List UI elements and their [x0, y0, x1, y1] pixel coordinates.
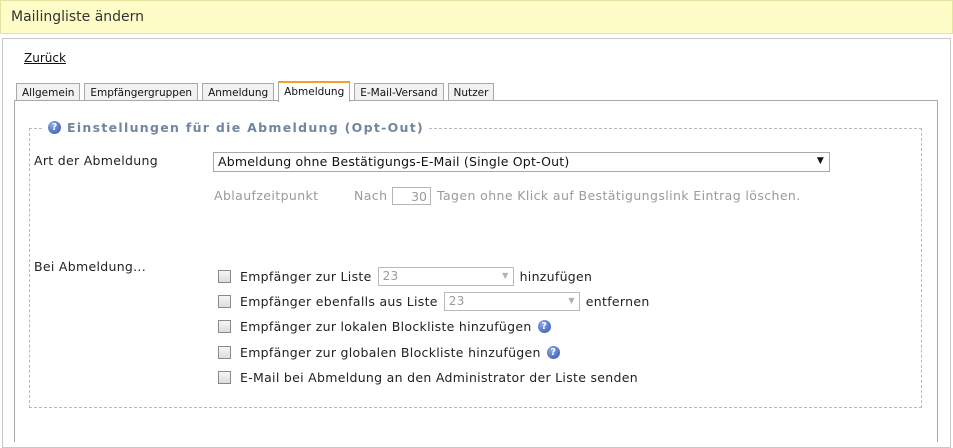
expiry-days-input[interactable]: 30 — [392, 187, 431, 205]
option-local-blocklist: Empfänger zur lokalen Blockliste hinzufü… — [218, 319, 551, 334]
remove-from-list-text: Empfänger ebenfalls aus Liste — [240, 294, 438, 309]
unsubscribe-type-value: Abmeldung ohne Bestätigungs-E-Mail (Sing… — [218, 154, 570, 169]
remove-from-list-checkbox[interactable] — [218, 295, 231, 308]
add-to-list-checkbox[interactable] — [218, 270, 231, 283]
tab-bar: Allgemein Empfängergruppen Anmeldung Abm… — [16, 81, 498, 102]
back-link[interactable]: Zurück — [24, 51, 66, 65]
global-blocklist-checkbox[interactable] — [218, 346, 231, 359]
remove-from-list-after: entfernen — [585, 294, 650, 309]
fieldset-legend: ? Einstellungen für die Abmeldung (Opt-O… — [44, 120, 428, 135]
local-blocklist-text: Empfänger zur lokalen Blockliste hinzufü… — [240, 319, 532, 334]
add-to-list-select[interactable]: 23 ▼ — [377, 267, 514, 286]
chevron-down-icon: ▼ — [568, 296, 575, 305]
page-header: Mailingliste ändern — [0, 0, 953, 34]
help-icon[interactable]: ? — [537, 320, 551, 333]
local-blocklist-checkbox[interactable] — [218, 320, 231, 333]
remove-from-list-select-value: 23 — [448, 294, 465, 308]
option-admin-email: E-Mail bei Abmeldung an den Administrato… — [218, 370, 638, 385]
remove-from-list-select[interactable]: 23 ▼ — [443, 292, 580, 311]
tab-abmeldung[interactable]: Abmeldung — [278, 81, 351, 102]
chevron-down-icon: ▼ — [502, 271, 509, 280]
option-global-blocklist: Empfänger zur globalen Blockliste hinzuf… — [218, 345, 560, 360]
add-to-list-after: hinzufügen — [519, 269, 593, 284]
admin-email-checkbox[interactable] — [218, 371, 231, 384]
page-title: Mailingliste ändern — [11, 9, 145, 25]
add-to-list-select-value: 23 — [382, 269, 399, 283]
help-icon[interactable]: ? — [48, 121, 61, 134]
unsubscribe-type-select[interactable]: Abmeldung ohne Bestätigungs-E-Mail (Sing… — [213, 152, 830, 172]
admin-email-text: E-Mail bei Abmeldung an den Administrato… — [240, 370, 638, 385]
on-unsubscribe-label: Bei Abmeldung... — [34, 259, 146, 274]
option-remove-from-list: Empfänger ebenfalls aus Liste 23 ▼ entfe… — [218, 292, 650, 311]
unsubscribe-type-label: Art der Abmeldung — [34, 153, 158, 168]
expiry-suffix: Tagen ohne Klick auf Bestätigungslink Ei… — [437, 188, 801, 203]
expiry-prefix: Nach — [354, 188, 388, 203]
add-to-list-text: Empfänger zur Liste — [240, 269, 372, 284]
chevron-down-icon: ▼ — [816, 156, 824, 166]
help-icon[interactable]: ? — [546, 346, 560, 359]
global-blocklist-text: Empfänger zur globalen Blockliste hinzuf… — [240, 345, 541, 360]
option-add-to-list: Empfänger zur Liste 23 ▼ hinzufügen — [218, 267, 592, 286]
expiry-label: Ablaufzeitpunkt — [214, 188, 319, 203]
legend-text: Einstellungen für die Abmeldung (Opt-Out… — [67, 120, 424, 135]
